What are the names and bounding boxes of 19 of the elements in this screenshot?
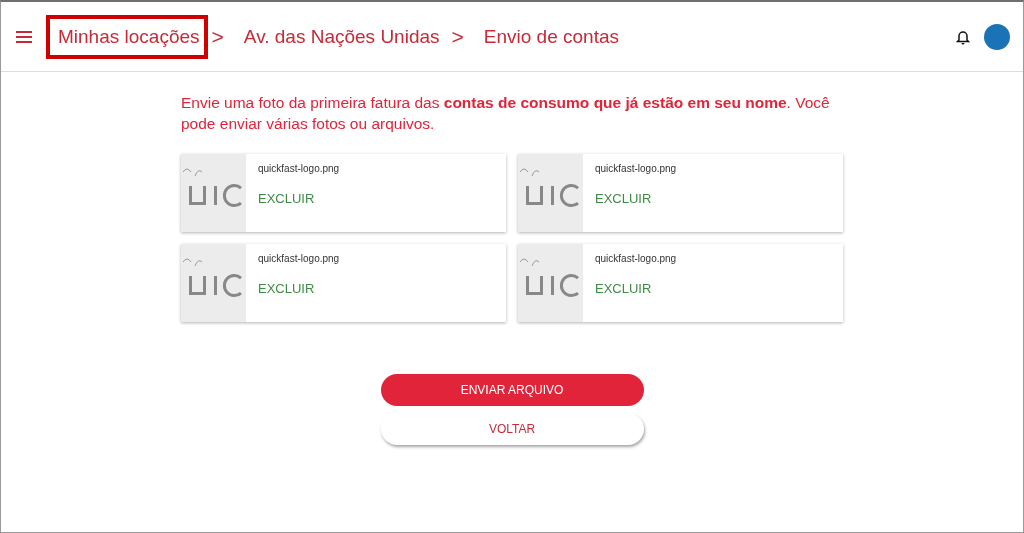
delete-link[interactable]: EXCLUIR — [258, 281, 315, 296]
breadcrumb-link[interactable]: Envio de contas — [471, 14, 627, 59]
send-file-button[interactable]: ENVIAR ARQUIVO — [380, 374, 644, 406]
chevron-icon: > — [451, 24, 464, 49]
delete-link[interactable]: EXCLUIR — [595, 191, 652, 206]
file-name: quickfast-logo.png — [595, 253, 677, 264]
file-name: quickfast-logo.png — [258, 253, 340, 264]
file-name: quickfast-logo.png — [258, 163, 340, 174]
back-button[interactable]: VOLTAR — [380, 413, 644, 445]
breadcrumb-link[interactable]: Av. das Nações Unidas — [231, 14, 448, 59]
menu-icon[interactable] — [16, 30, 32, 43]
delete-link[interactable]: EXCLUIR — [258, 191, 315, 206]
file-name: quickfast-logo.png — [595, 163, 677, 174]
breadcrumb-link[interactable]: Minhas locações — [46, 14, 208, 59]
instructions-text: Envie uma foto da primeira fatura das contas de consumo que já estão em seu nome. Você pode enviar várias fotos ou arquivos. — [181, 93, 831, 134]
chevron-icon: > — [211, 24, 224, 49]
delete-link[interactable]: EXCLUIR — [595, 281, 652, 296]
bell-icon[interactable] — [956, 28, 970, 45]
avatar[interactable] — [984, 23, 1010, 50]
